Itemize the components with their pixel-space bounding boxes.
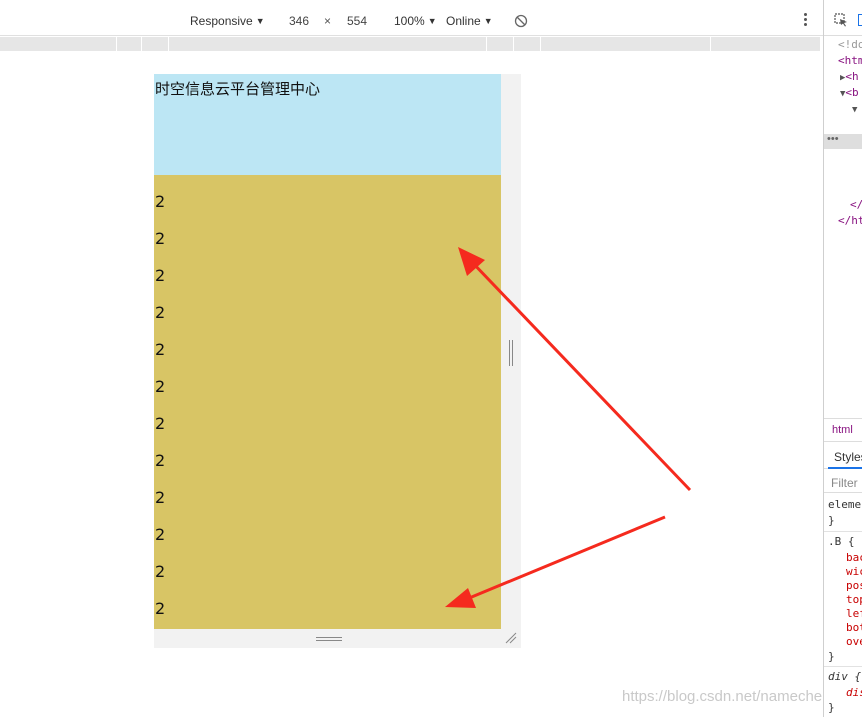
list-item: 2 xyxy=(155,192,166,211)
rotate-disabled-icon[interactable] xyxy=(514,14,528,28)
list-item: 2 xyxy=(155,303,166,322)
styles-filter-placeholder: Filter xyxy=(831,476,858,490)
inspect-element-icon[interactable] xyxy=(834,13,848,27)
styles-filter-input[interactable]: Filter xyxy=(824,471,862,493)
watermark: https://blog.csdn.net/namechenfl xyxy=(622,688,838,705)
resize-handle-right[interactable] xyxy=(508,340,514,366)
dom-head[interactable]: ▶<h xyxy=(840,70,859,85)
b-rule-selector: .B { xyxy=(828,535,855,548)
dom-body[interactable]: ▼<b xyxy=(840,86,859,101)
device-toggle-icon[interactable] xyxy=(858,14,862,26)
element-style-selector: eleme xyxy=(828,498,862,511)
more-options-icon[interactable] xyxy=(801,13,809,29)
dom-html[interactable]: <htm xyxy=(838,54,862,68)
height-input[interactable]: 554 xyxy=(332,11,382,31)
list-item: 2 xyxy=(155,377,166,396)
css-property[interactable]: lef xyxy=(846,607,862,621)
css-property[interactable]: top xyxy=(846,593,862,607)
css-property[interactable]: pos xyxy=(846,579,862,593)
css-property[interactable]: ove xyxy=(846,635,862,649)
device-mode-label: Responsive xyxy=(190,14,253,28)
dom-child[interactable]: ▼ xyxy=(852,102,857,117)
device-toolbar: Responsive ▼ 346 × 554 100% ▼ Online ▼ xyxy=(0,0,823,36)
devtools-panel: <!do <htm ▶<h ▼<b ▼ ••• </ </ht html Sty… xyxy=(823,0,862,717)
tab-styles[interactable]: Styles xyxy=(824,445,862,469)
css-property[interactable]: wic xyxy=(846,565,862,579)
breadcrumb-html[interactable]: html xyxy=(832,424,853,436)
css-property[interactable]: bot xyxy=(846,621,862,635)
rule-brace: } xyxy=(828,701,835,714)
page-body: 2 2 2 2 2 2 2 2 2 2 2 2 xyxy=(154,175,501,629)
list-item: 2 xyxy=(155,266,166,285)
dom-body-close[interactable]: </ xyxy=(850,198,862,212)
list-item: 2 xyxy=(155,525,166,544)
page-header: 时空信息云平台管理中心 xyxy=(154,74,501,175)
list-item: 2 xyxy=(155,340,166,359)
chevron-down-icon: ▼ xyxy=(255,16,265,26)
dom-selected-ellipsis[interactable]: ••• xyxy=(824,134,862,149)
list-item: 2 xyxy=(155,229,166,248)
resize-corner-icon[interactable] xyxy=(505,632,517,644)
zoom-dropdown[interactable]: 100% ▼ xyxy=(394,14,437,28)
css-property[interactable]: bac xyxy=(846,551,862,565)
devtools-toolbar xyxy=(824,0,862,36)
zoom-label: 100% xyxy=(394,14,425,28)
resize-handle-bottom[interactable] xyxy=(316,636,342,642)
media-query-bar[interactable] xyxy=(0,37,820,51)
list-item: 2 xyxy=(155,414,166,433)
tab-styles-label: Styles xyxy=(834,450,862,464)
css-property[interactable]: dis xyxy=(846,686,862,700)
dom-doctype[interactable]: <!do xyxy=(838,38,862,52)
width-input[interactable]: 346 xyxy=(274,11,324,31)
page-header-title: 时空信息云平台管理中心 xyxy=(155,80,321,98)
emulated-page: 时空信息云平台管理中心 2 2 2 2 2 2 2 2 2 2 2 2 xyxy=(154,74,501,629)
rule-brace: } xyxy=(828,650,835,663)
breadcrumb: html xyxy=(824,418,862,442)
device-mode-dropdown[interactable]: Responsive ▼ xyxy=(190,14,265,28)
list-item: 2 xyxy=(155,451,166,470)
dom-html-close[interactable]: </ht xyxy=(838,214,862,228)
throttle-dropdown[interactable]: Online ▼ xyxy=(446,14,493,28)
dimension-separator: × xyxy=(324,14,332,28)
throttle-label: Online xyxy=(446,14,481,28)
div-rule-selector: div { xyxy=(828,670,862,683)
list-item: 2 xyxy=(155,562,166,581)
chevron-down-icon: ▼ xyxy=(483,16,493,26)
list-item: 2 xyxy=(155,488,166,507)
chevron-down-icon: ▼ xyxy=(427,16,437,26)
rule-brace: } xyxy=(828,514,835,527)
list-item: 2 xyxy=(155,599,166,618)
